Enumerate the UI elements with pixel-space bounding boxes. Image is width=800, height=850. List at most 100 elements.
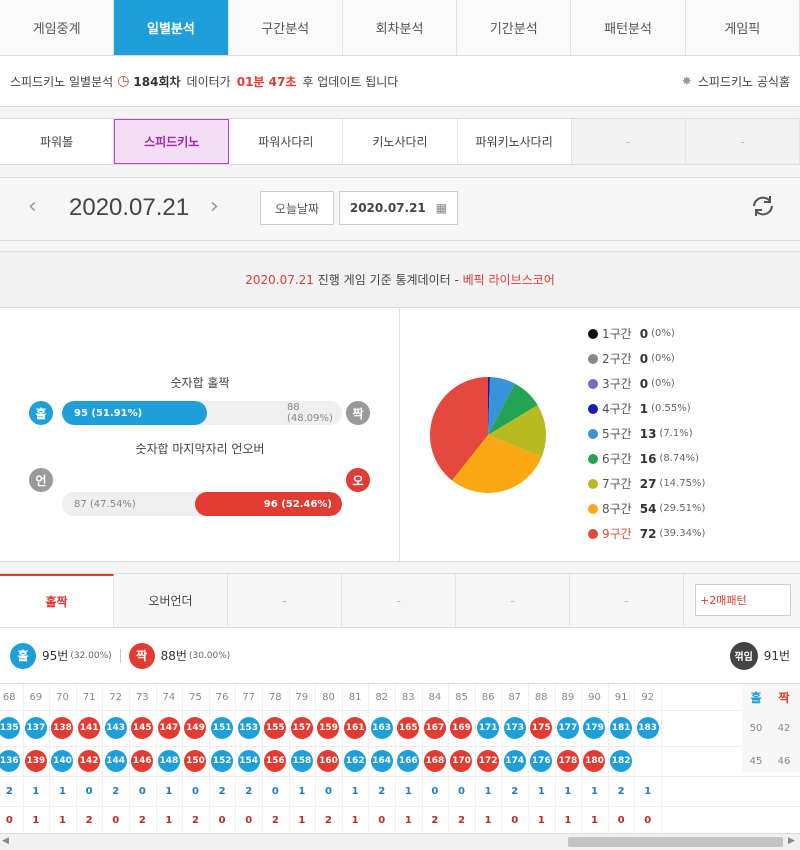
- odd-streak-count: 0: [271, 785, 279, 797]
- today-button[interactable]: 오늘날짜: [260, 191, 334, 225]
- pattern-tab-4: -: [456, 574, 570, 627]
- next-date-icon[interactable]: ›: [210, 194, 219, 219]
- even-summary-badge: 짝: [128, 642, 155, 669]
- round-ball: 149: [184, 717, 207, 739]
- round-ball: 136: [0, 750, 21, 772]
- game-tab-2[interactable]: 파워사다리: [229, 119, 344, 164]
- even-streak-count: 2: [271, 814, 279, 826]
- official-home-link[interactable]: ✸ 스피드키노 공식홈: [682, 73, 790, 90]
- legend-count: 54: [639, 501, 657, 516]
- pattern-cell: 161: [342, 710, 369, 746]
- even-streak-count: 1: [298, 814, 306, 826]
- info-suffix: 후 업데이트 됩니다: [302, 74, 399, 89]
- round-ball: 146: [131, 750, 154, 772]
- even-streak-count: 1: [404, 814, 412, 826]
- date-picker[interactable]: 2020.07.21 ▦: [339, 191, 458, 225]
- round-ball: 139: [24, 750, 47, 772]
- legend-label: 5구간: [602, 427, 632, 441]
- odd-streak-count: 1: [165, 785, 173, 797]
- legend-dot: [588, 428, 598, 439]
- pattern-summary: 홀 95번 (32.00%) 짝 88번 (30.00%) 꺾임 91번: [0, 628, 800, 683]
- game-tab-5: -: [571, 119, 686, 164]
- even-streak-count: 1: [59, 814, 66, 826]
- game-tab-0[interactable]: 파워볼: [0, 119, 115, 164]
- nav-tab-0[interactable]: 게임중계: [0, 0, 115, 55]
- round-ball: 180: [583, 750, 606, 772]
- nav-tab-4[interactable]: 기간분석: [457, 0, 572, 55]
- two-row-pattern-label: +2매패턴: [700, 594, 747, 607]
- odd-streak-count: 0: [431, 785, 439, 797]
- round-ball: 153: [237, 717, 260, 739]
- grid-col-line: [661, 684, 662, 834]
- legend-item-4: 4구간 1 (0.55%): [588, 396, 705, 421]
- game-tab-4[interactable]: 파워키노사다리: [458, 119, 572, 164]
- pattern-tab-0[interactable]: 홀짝: [0, 574, 114, 627]
- prev-date-icon[interactable]: ‹: [28, 194, 37, 219]
- summary-divider: [119, 648, 121, 663]
- stat-value: 46: [777, 755, 791, 767]
- even-bar-text: 88 (48.09%): [287, 402, 333, 424]
- column-header: 84: [428, 691, 442, 703]
- game-tab-label: -: [740, 134, 745, 149]
- column-header: 82: [375, 691, 389, 703]
- game-tab-3[interactable]: 키노사다리: [343, 119, 458, 164]
- nav-tab-2[interactable]: 구간분석: [229, 0, 343, 55]
- update-info-bar: 스피드키노 일별분석 ◷ 184회차 데이터가 01분 47초 후 업데이트 됩…: [0, 56, 800, 107]
- legend-label: 8구간: [602, 502, 632, 516]
- column-header: 90: [588, 691, 601, 703]
- even-streak-count: 2: [325, 814, 332, 826]
- even-streak-count: 2: [458, 814, 465, 826]
- nav-tab-5[interactable]: 패턴분석: [571, 0, 686, 55]
- stats-date: 2020.07.21: [245, 272, 314, 287]
- pattern-cell: 160: [315, 746, 342, 776]
- pattern-cell: 177: [555, 710, 582, 746]
- game-tab-1[interactable]: 스피드키노: [114, 119, 230, 164]
- round-ball: 162: [344, 750, 367, 772]
- odd-summary-count: 95번: [42, 649, 69, 663]
- round-ball: 181: [610, 717, 633, 739]
- nav-tab-1[interactable]: 일별분석: [114, 0, 229, 55]
- pattern-cell: 181: [608, 710, 635, 746]
- scroll-thumb[interactable]: [568, 837, 783, 847]
- nav-tab-6[interactable]: 게임픽: [686, 0, 800, 55]
- column-header: 79: [295, 691, 309, 703]
- pattern-tab-3: -: [342, 574, 456, 627]
- legend-pct: (7.1%): [659, 428, 693, 439]
- legend-dot: [588, 503, 598, 514]
- legend-count: 1: [639, 401, 649, 416]
- legend-pct: (0%): [651, 378, 675, 389]
- column-header: 83: [401, 691, 415, 703]
- scroll-right-icon[interactable]: ▶: [788, 836, 795, 846]
- horizontal-scrollbar[interactable]: ◀ ▶: [0, 833, 800, 850]
- refresh-icon[interactable]: [750, 193, 776, 219]
- two-row-pattern-button[interactable]: +2매패턴: [695, 584, 791, 616]
- odd-streak-count: 2: [112, 785, 120, 797]
- stat-value: 50: [749, 722, 763, 734]
- pattern-tab-label: -: [282, 593, 287, 608]
- round-ball: 178: [556, 750, 579, 772]
- round-ball: 142: [78, 750, 101, 772]
- pattern-tab-label: -: [396, 593, 401, 608]
- pattern-cell: 145: [129, 710, 156, 746]
- column-header: 85: [455, 691, 468, 703]
- legend-count: 0: [639, 351, 649, 366]
- round-ball: 138: [51, 717, 74, 739]
- pattern-cell: 165: [395, 710, 422, 746]
- round-ball: 179: [583, 717, 606, 739]
- pattern-cell: 176: [528, 746, 555, 776]
- pattern-cell: 137: [23, 710, 50, 746]
- legend-count: 72: [639, 526, 657, 541]
- pattern-cell: 179: [581, 710, 608, 746]
- round-ball: 135: [0, 717, 21, 739]
- column-header: 73: [135, 691, 149, 703]
- scroll-left-icon[interactable]: ◀: [2, 836, 9, 846]
- pattern-cell: 140: [49, 746, 76, 776]
- legend-pct: (29.51%): [659, 503, 706, 514]
- legend-item-1: 1구간 0 (0%): [588, 321, 705, 346]
- round-ball: 174: [503, 750, 526, 772]
- under-badge: 언: [29, 468, 53, 492]
- even-streak-count: 1: [351, 814, 359, 826]
- pattern-tab-1[interactable]: 오버언더: [114, 574, 228, 627]
- nav-tab-3[interactable]: 회차분석: [343, 0, 458, 55]
- legend-pct: (14.75%): [659, 478, 706, 489]
